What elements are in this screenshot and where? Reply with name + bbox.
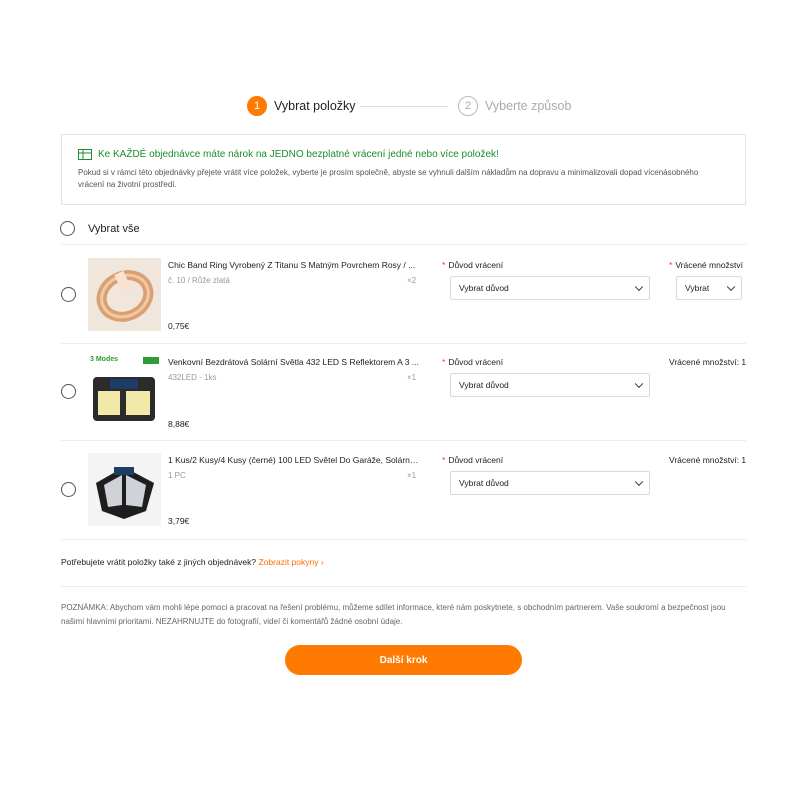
item-price: 3,79€ xyxy=(168,516,190,526)
notice-text: Pokud si v rámci této objednávky přejete… xyxy=(78,168,699,189)
required-star: * xyxy=(669,260,673,270)
chevron-down-icon xyxy=(726,282,736,292)
item-price: 0,75€ xyxy=(168,321,190,331)
required-star: * xyxy=(442,260,446,270)
step-2-label: Vyberte způsob xyxy=(485,99,572,113)
chevron-down-icon xyxy=(634,379,644,389)
step-select-items: 1 Vybrat položky xyxy=(247,96,356,116)
return-qty-label: * Vrácené množství xyxy=(669,260,746,270)
item-quantity: ×1 xyxy=(407,471,417,480)
item-variant: 432LED - 1ks xyxy=(168,373,217,382)
reason-label-text: Důvod vrácení xyxy=(448,357,504,367)
show-instructions-link[interactable]: Zobrazit pokyny › xyxy=(259,557,324,567)
thumb-badge: 3 Modes xyxy=(90,356,119,363)
return-item-row: Chic Band Ring Vyrobený Z Titanu S Matný… xyxy=(61,250,746,340)
other-orders-text: Potřebujete vrátit položky také z jiných… xyxy=(61,557,257,567)
item-variant: 1 PC xyxy=(168,471,186,480)
reason-label-text: Důvod vrácení xyxy=(448,260,504,270)
select-all-radio[interactable] xyxy=(60,221,75,236)
step-1-number: 1 xyxy=(247,96,267,116)
select-all-label: Vybrat vše xyxy=(88,222,140,235)
item-select-radio[interactable] xyxy=(61,287,76,302)
notice-title: Ke KAŽDÉ objednávce máte nárok na JEDNO … xyxy=(98,149,499,160)
item-quantity: ×1 xyxy=(407,373,417,382)
reason-select[interactable]: Vybrat důvod xyxy=(450,373,650,397)
select-all-row[interactable]: Vybrat vše xyxy=(60,221,140,236)
step-connector xyxy=(360,106,448,107)
step-2-number: 2 xyxy=(458,96,478,116)
return-qty-label-text: Vrácené množství xyxy=(675,260,744,270)
return-qty-select-value: Vybrat xyxy=(685,283,710,293)
reason-select-value: Vybrat důvod xyxy=(459,283,509,293)
required-star: * xyxy=(442,455,446,465)
reason-label-text: Důvod vrácení xyxy=(448,455,504,465)
item-quantity: ×2 xyxy=(407,276,417,285)
gift-icon xyxy=(78,149,92,160)
item-title: Chic Band Ring Vyrobený Z Titanu S Matný… xyxy=(168,260,416,270)
other-orders-hint: Potřebujete vrátit položky také z jiných… xyxy=(61,557,324,567)
stepper: 1 Vybrat položky 2 Vyberte způsob xyxy=(247,96,577,118)
product-image-led-light xyxy=(88,453,161,526)
divider xyxy=(61,244,746,245)
next-step-button[interactable]: Další krok xyxy=(285,645,522,675)
return-item-row: 3 Modes Venkovní Bezdrátová Solární Svět… xyxy=(61,347,746,437)
reason-label: * Důvod vrácení xyxy=(442,455,503,465)
reason-select[interactable]: Vybrat důvod xyxy=(450,276,650,300)
product-image-solar-light: 3 Modes xyxy=(88,355,161,428)
chevron-down-icon xyxy=(634,477,644,487)
divider xyxy=(61,586,746,587)
reason-select-value: Vybrat důvod xyxy=(459,380,509,390)
reason-label: * Důvod vrácení xyxy=(442,357,503,367)
required-star: * xyxy=(442,357,446,367)
divider xyxy=(61,539,746,540)
item-price: 8,88€ xyxy=(168,419,190,429)
step-choose-method: 2 Vyberte způsob xyxy=(458,96,571,116)
reason-select[interactable]: Vybrat důvod xyxy=(450,471,650,495)
return-qty-label: Vrácené množství: 1 xyxy=(669,455,747,465)
return-qty-label: Vrácené množství: 1 xyxy=(669,357,747,367)
return-item-row: 1 Kus/2 Kusy/4 Kusy (černé) 100 LED Svět… xyxy=(61,445,746,535)
return-qty-select[interactable]: Vybrat xyxy=(676,276,742,300)
product-image-ring xyxy=(88,258,161,331)
notice-title-row: Ke KAŽDÉ objednávce máte nárok na JEDNO … xyxy=(78,149,729,160)
privacy-note: POZNÁMKA: Abychom vám mohli lépe pomoci … xyxy=(61,603,726,626)
free-return-notice: Ke KAŽDÉ objednávce máte nárok na JEDNO … xyxy=(61,134,746,205)
step-1-label: Vybrat položky xyxy=(274,99,356,113)
chevron-down-icon xyxy=(634,282,644,292)
item-title: 1 Kus/2 Kusy/4 Kusy (černé) 100 LED Svět… xyxy=(168,455,420,465)
reason-select-value: Vybrat důvod xyxy=(459,478,509,488)
item-select-radio[interactable] xyxy=(61,482,76,497)
item-variant: č. 10 / Růže zlatá xyxy=(168,276,230,285)
divider xyxy=(61,440,746,441)
item-title: Venkovní Bezdrátová Solární Světla 432 L… xyxy=(168,357,419,367)
show-instructions-link-text: Zobrazit pokyny xyxy=(258,557,319,567)
divider xyxy=(61,343,746,344)
reason-label: * Důvod vrácení xyxy=(442,260,503,270)
item-select-radio[interactable] xyxy=(61,384,76,399)
